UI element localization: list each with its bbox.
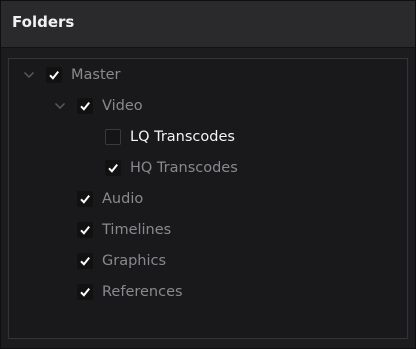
checkmark-icon <box>80 225 90 235</box>
tree-item-label: Video <box>102 98 143 114</box>
tree-item-graphics[interactable]: Graphics <box>77 249 166 273</box>
tree-item-label: Timelines <box>102 222 172 238</box>
folder-tree: Master Video LQ Transcodes HQ Transcodes <box>8 58 408 339</box>
checkbox-video[interactable] <box>77 98 93 114</box>
tree-item-audio[interactable]: Audio <box>77 187 143 211</box>
tree-item-timelines[interactable]: Timelines <box>77 218 171 242</box>
checkbox-graphics[interactable] <box>77 253 93 269</box>
tree-item-label: Graphics <box>102 253 167 269</box>
checkmark-icon <box>80 287 90 297</box>
tree-item-lq-transcodes[interactable]: LQ Transcodes <box>105 125 235 149</box>
chevron-down-icon[interactable] <box>23 63 35 87</box>
checkbox-audio[interactable] <box>77 191 93 207</box>
tree-item-master[interactable]: Master <box>23 63 121 87</box>
tree-item-label: Audio <box>102 191 144 207</box>
panel-header: Folders <box>1 1 415 48</box>
checkbox-lq-transcodes[interactable] <box>105 129 121 145</box>
folders-panel: Folders Master Video LQ Transcodes HQ Tr… <box>0 0 416 349</box>
tree-item-references[interactable]: References <box>77 280 183 304</box>
tree-item-label: LQ Transcodes <box>130 129 235 145</box>
checkmark-icon <box>80 194 90 204</box>
tree-item-hq-transcodes[interactable]: HQ Transcodes <box>105 156 238 180</box>
checkmark-icon <box>80 256 90 266</box>
checkbox-timelines[interactable] <box>77 222 93 238</box>
tree-item-label: References <box>102 284 183 300</box>
checkmark-icon <box>49 70 59 80</box>
tree-item-label: HQ Transcodes <box>130 160 238 176</box>
checkbox-hq-transcodes[interactable] <box>105 160 121 176</box>
checkmark-icon <box>108 163 118 173</box>
tree-item-label: Master <box>71 67 121 83</box>
checkbox-master[interactable] <box>46 67 62 83</box>
panel-title: Folders <box>12 13 75 31</box>
checkbox-references[interactable] <box>77 284 93 300</box>
tree-item-video[interactable]: Video <box>54 94 143 118</box>
chevron-down-icon[interactable] <box>54 94 66 118</box>
checkmark-icon <box>80 101 90 111</box>
